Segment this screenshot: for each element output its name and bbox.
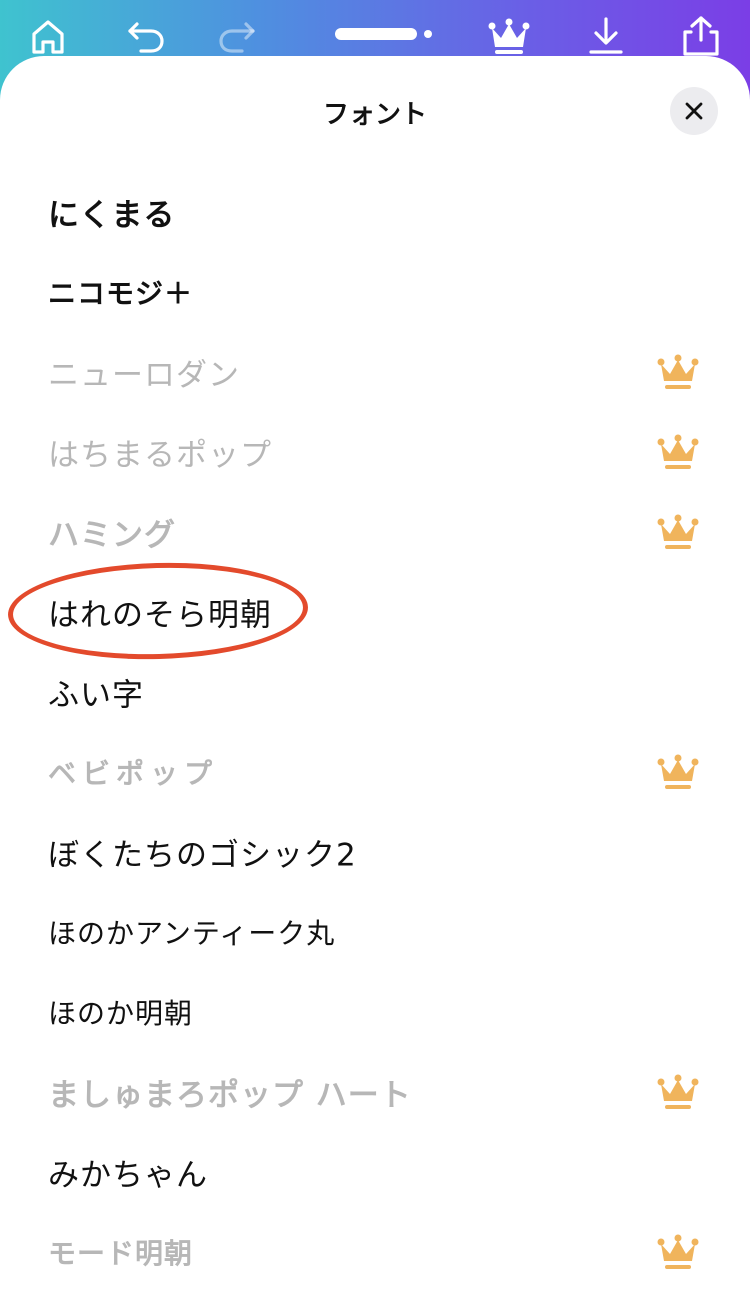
font-name: ニコモジ＋: [48, 277, 194, 310]
font-item-mikachan[interactable]: みかちゃん: [0, 1132, 750, 1212]
redo-button[interactable]: [210, 10, 266, 62]
font-name: ましゅまろポップ ハート: [48, 1077, 412, 1114]
font-name: みかちゃん: [48, 1157, 208, 1194]
font-item-honoka-mincho[interactable]: ほのか明朝: [0, 972, 750, 1052]
font-item-marshmallow-pop-heart[interactable]: ましゅまろポップ ハート: [0, 1052, 750, 1132]
font-item-hachimaru-pop[interactable]: はちまるポップ: [0, 412, 750, 492]
download-icon: [589, 17, 623, 54]
font-name: ぼくたちのゴシック2: [48, 837, 357, 874]
undo-icon: [128, 22, 164, 53]
home-icon: [32, 20, 64, 54]
font-name: ニューロダン: [48, 357, 240, 394]
premium-button[interactable]: [481, 10, 537, 62]
font-name: はれのそら明朝: [48, 597, 272, 634]
title-pill[interactable]: [335, 28, 417, 40]
font-name: ハミング: [48, 517, 176, 554]
font-item-honoka-antique-maru[interactable]: ほのかアンティーク丸: [0, 892, 750, 972]
font-name: モード明朝: [48, 1237, 194, 1270]
font-item-nikomoji-plus[interactable]: ニコモジ＋: [0, 252, 750, 332]
crown-icon: [488, 18, 530, 54]
download-button[interactable]: [578, 10, 634, 62]
redo-icon: [219, 22, 255, 53]
font-item-bokutachi-gothic-2[interactable]: ぼくたちのゴシック2: [0, 812, 750, 892]
close-button[interactable]: [670, 87, 718, 135]
crown-icon: [657, 434, 699, 469]
font-name: ほのかアンティーク丸: [48, 917, 336, 950]
home-button[interactable]: [20, 10, 76, 62]
crown-icon: [657, 354, 699, 389]
close-icon: [685, 102, 703, 120]
font-item-nikumaru[interactable]: にくまる: [0, 172, 750, 252]
crown-icon: [657, 514, 699, 549]
crown-icon: [657, 754, 699, 789]
font-item-neurodan[interactable]: ニューロダン: [0, 332, 750, 412]
font-name: ほのか明朝: [48, 997, 194, 1030]
font-item-humming[interactable]: ハミング: [0, 492, 750, 572]
crown-icon: [657, 1074, 699, 1109]
font-name: にくまる: [48, 197, 176, 234]
sheet-title: フォント: [322, 100, 427, 130]
font-list: にくまる ニコモジ＋ ニューロダン はちまるポップ ハミング はれのそら明朝 ふ…: [0, 172, 750, 1289]
font-name: ベビポップ: [48, 757, 219, 790]
crown-icon: [657, 1234, 699, 1269]
font-item-harenosora-mincho[interactable]: はれのそら明朝: [0, 572, 750, 652]
share-button[interactable]: [673, 10, 729, 62]
font-item-bebipop[interactable]: ベビポップ: [0, 732, 750, 812]
font-item-mode-mincho[interactable]: モード明朝: [0, 1212, 750, 1289]
undo-button[interactable]: [117, 10, 173, 62]
font-name: ふい字: [48, 677, 144, 714]
title-pill-dot: [424, 30, 432, 38]
share-icon: [683, 16, 719, 56]
font-name: はちまるポップ: [48, 437, 272, 474]
font-item-fuiji[interactable]: ふい字: [0, 652, 750, 732]
